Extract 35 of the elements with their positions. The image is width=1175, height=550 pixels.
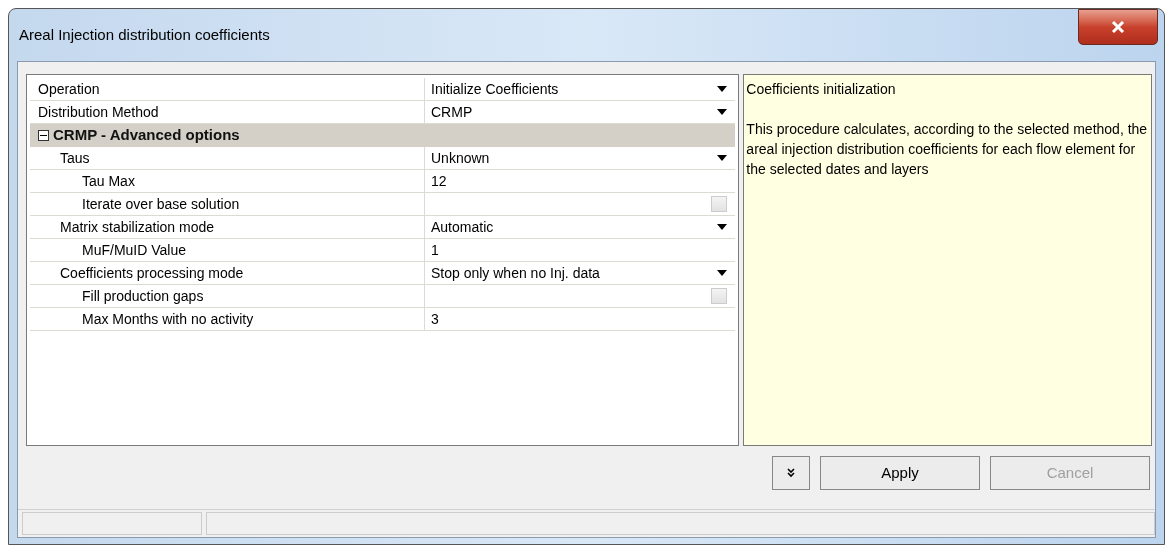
property-value[interactable]: CRMP — [431, 101, 473, 123]
dropdown-arrow-icon[interactable] — [717, 155, 728, 161]
property-value[interactable]: 3 — [431, 308, 439, 330]
checkbox[interactable] — [711, 288, 728, 304]
property-label: Operation — [38, 79, 100, 99]
action-button[interactable]: Apply — [820, 456, 980, 490]
dropdown-arrow-icon[interactable] — [717, 109, 728, 115]
property-label: Taus — [60, 148, 90, 168]
expand-button[interactable] — [772, 456, 810, 490]
property-label: Fill production gaps — [82, 286, 204, 306]
help-title: Coefficients initialization — [746, 80, 897, 99]
dropdown-arrow-icon[interactable] — [717, 270, 728, 276]
property-value[interactable]: Stop only when no Inj. data — [431, 262, 600, 284]
property-label: Coefficients processing mode — [60, 263, 244, 283]
checkbox[interactable] — [711, 196, 728, 212]
close-icon — [1111, 21, 1125, 33]
double-chevron-icon — [787, 468, 795, 478]
property-value[interactable]: 12 — [431, 170, 447, 192]
property-label: MuF/MuID Value — [82, 240, 186, 260]
property-value[interactable]: 1 — [431, 239, 439, 261]
dropdown-arrow-icon[interactable] — [717, 86, 728, 92]
dropdown-arrow-icon[interactable] — [717, 224, 728, 230]
property-value[interactable]: Automatic — [431, 216, 494, 238]
collapse-toggle[interactable] — [38, 129, 49, 141]
group-label: CRMP - Advanced options — [53, 124, 240, 145]
property-label: Matrix stabilization mode — [60, 217, 215, 237]
property-value[interactable]: Initialize Coefficients — [431, 78, 559, 100]
property-label: Distribution Method — [38, 102, 159, 122]
property-label: Tau Max — [82, 171, 135, 191]
property-value[interactable]: Unknown — [431, 147, 490, 169]
close-button[interactable] — [1078, 9, 1158, 45]
window-title: Areal Injection distribution coefficients — [18, 24, 270, 45]
property-label: Max Months with no activity — [82, 309, 254, 329]
help-text: This procedure calculates, according to the selected method, the areal injection distribution coefficients for each flow element for the selected dates and layers — [746, 120, 1149, 179]
property-label: Iterate over base solution — [82, 194, 240, 214]
